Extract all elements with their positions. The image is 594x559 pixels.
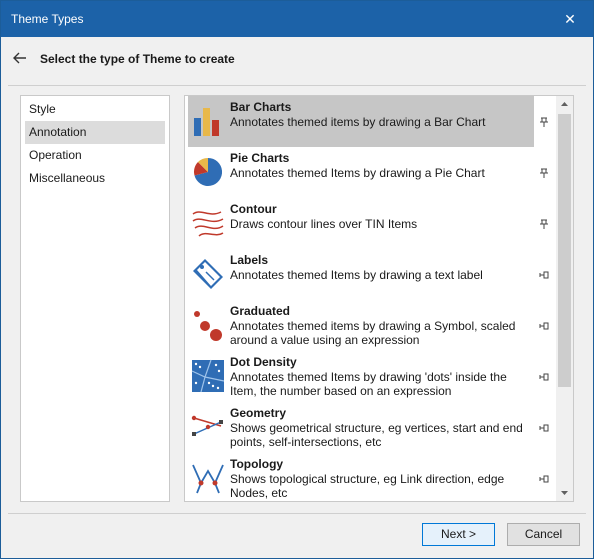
scroll-down-icon[interactable] [556,484,573,501]
theme-item-description: Annotates themed Items by drawing a Pie … [230,166,485,180]
contour-icon [192,211,224,237]
pin-icon[interactable] [538,473,550,485]
next-button[interactable]: Next > [422,523,495,546]
theme-item-description: Annotates themed Items by drawing a text… [230,268,483,282]
theme-item-description: Annotates themed items by drawing a Bar … [230,115,486,129]
theme-item-description: Annotates themed items by drawing a Symb… [230,319,516,347]
wizard-header: Select the type of Theme to create [1,37,593,85]
theme-item-geometry[interactable]: Geometry Shows geometrical structure, eg… [188,402,534,453]
geometry-icon [191,415,223,436]
title-bar: Theme Types ✕ [1,1,593,37]
theme-item-name: Graduated [230,304,291,318]
theme-item-name: Topology [230,457,284,471]
theme-item-bar-charts[interactable]: Bar Charts Annotates themed items by dra… [188,96,534,147]
arrow-left-icon[interactable] [11,49,29,67]
theme-item-name: Bar Charts [230,100,292,114]
pin-icon[interactable] [538,269,550,281]
cancel-button[interactable]: Cancel [507,523,580,546]
pin-icon[interactable] [538,167,550,179]
theme-item-dot-density[interactable]: Dot Density Annotates themed Items by dr… [188,351,534,402]
pin-icon[interactable] [538,371,550,383]
category-item-style[interactable]: Style [25,98,165,121]
category-item-miscellaneous[interactable]: Miscellaneous [25,167,165,190]
theme-item-name: Geometry [230,406,287,420]
pin-icon[interactable] [538,320,550,332]
theme-item-contour[interactable]: Contour Draws contour lines over TIN Ite… [188,198,534,249]
pin-icon[interactable] [538,218,550,230]
label-tag-icon [193,259,223,289]
pin-icon[interactable] [538,116,550,128]
pie-chart-icon [194,157,223,186]
graduated-symbol-icon [194,311,222,341]
theme-item-labels[interactable]: Labels Annotates themed Items by drawing… [188,249,534,300]
scrollbar-thumb[interactable] [558,114,571,387]
theme-type-list: Bar Charts Annotates themed items by dra… [184,95,574,502]
theme-item-name: Contour [230,202,277,216]
window-title: Theme Types [11,12,84,26]
theme-item-name: Labels [230,253,269,267]
footer-divider [8,513,586,514]
bar-chart-icon [194,108,219,136]
theme-item-topology[interactable]: Topology Shows topological structure, eg… [188,453,534,501]
vertical-scrollbar[interactable] [556,96,573,501]
page-heading: Select the type of Theme to create [40,52,235,66]
category-list: Style Annotation Operation Miscellaneous [20,95,170,502]
dot-density-icon [191,359,225,393]
category-item-operation[interactable]: Operation [25,144,165,167]
theme-item-description: Annotates themed Items by drawing 'dots'… [230,370,507,398]
scroll-up-icon[interactable] [556,96,573,113]
theme-item-description: Shows topological structure, eg Link dir… [230,472,505,500]
header-divider [8,85,586,86]
theme-item-name: Pie Charts [230,151,290,165]
close-icon[interactable]: ✕ [547,1,593,37]
theme-item-pie-charts[interactable]: Pie Charts Annotates themed Items by dra… [188,147,534,198]
theme-types-dialog: Theme Types ✕ Select the type of Theme t… [0,0,594,559]
theme-item-description: Shows geometrical structure, eg vertices… [230,421,523,449]
topology-icon [192,464,224,494]
pin-icon[interactable] [538,422,550,434]
theme-item-name: Dot Density [230,355,297,369]
theme-item-graduated[interactable]: Graduated Annotates themed items by draw… [188,300,534,351]
theme-item-description: Draws contour lines over TIN Items [230,217,418,231]
category-item-annotation[interactable]: Annotation [25,121,165,144]
